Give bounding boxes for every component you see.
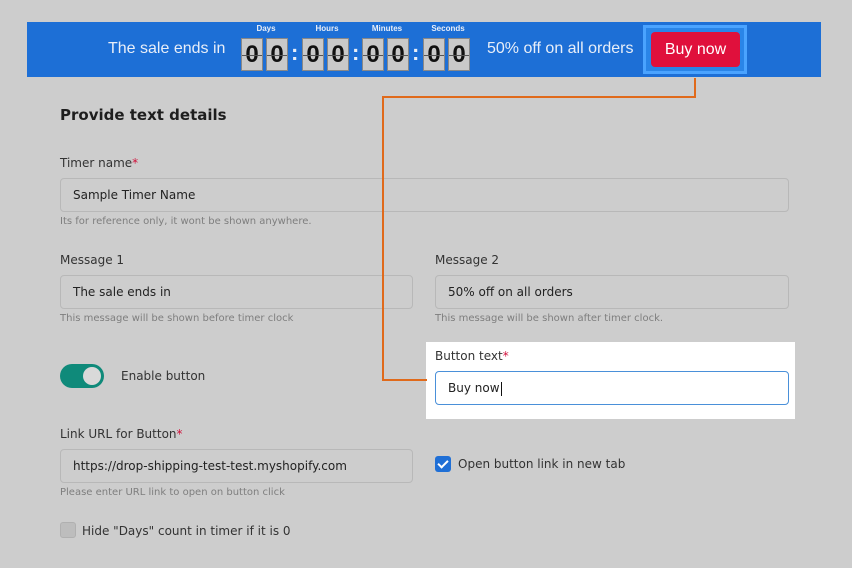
annotation-line bbox=[382, 78, 696, 381]
message1-help: This message will be shown before timer … bbox=[60, 313, 294, 324]
button-text-value: Buy now bbox=[448, 381, 500, 395]
enable-button-toggle[interactable] bbox=[60, 364, 104, 388]
timer-banner-preview: The sale ends in Days 0 0 : Hours 0 0 : … bbox=[27, 22, 821, 77]
toggle-knob bbox=[83, 367, 101, 385]
timer-separator: : bbox=[412, 40, 420, 65]
timer-digit: 0 bbox=[448, 38, 470, 71]
timer-digit: 0 bbox=[423, 38, 445, 71]
link-url-input[interactable]: https://drop-shipping-test-test.myshopif… bbox=[60, 449, 413, 483]
message1-input[interactable]: The sale ends in bbox=[60, 275, 413, 309]
hide-days-label: Hide "Days" count in timer if it is 0 bbox=[82, 524, 291, 538]
link-url-help: Please enter URL link to open on button … bbox=[60, 487, 285, 498]
timer-digit: 0 bbox=[266, 38, 288, 71]
timer-name-help: Its for reference only, it wont be shown… bbox=[60, 216, 312, 227]
timer-minutes-label: Minutes bbox=[371, 24, 403, 33]
button-text-label: Button text* bbox=[435, 349, 509, 363]
countdown-timer: Days 0 0 : Hours 0 0 : Minutes 0 0 : Sec… bbox=[241, 23, 473, 75]
timer-digit: 0 bbox=[327, 38, 349, 71]
section-title: Provide text details bbox=[60, 106, 227, 124]
message2-label: Message 2 bbox=[435, 253, 500, 267]
text-caret bbox=[500, 381, 502, 396]
timer-separator: : bbox=[352, 40, 360, 65]
link-url-label: Link URL for Button* bbox=[60, 427, 183, 441]
enable-button-label: Enable button bbox=[121, 369, 206, 383]
hide-days-checkbox[interactable] bbox=[60, 522, 76, 538]
timer-digit: 0 bbox=[387, 38, 409, 71]
buy-now-button[interactable]: Buy now bbox=[651, 32, 740, 67]
link-url-label-text: Link URL for Button bbox=[60, 427, 177, 441]
timer-hours-label: Hours bbox=[315, 24, 339, 33]
button-text-input[interactable]: Buy now bbox=[435, 371, 789, 405]
button-text-label-text: Button text bbox=[435, 349, 503, 363]
timer-name-label: Timer name* bbox=[60, 156, 138, 170]
banner-message-1: The sale ends in bbox=[108, 40, 226, 57]
timer-digit: 0 bbox=[302, 38, 324, 71]
message2-help: This message will be shown after timer c… bbox=[435, 313, 664, 324]
timer-name-label-text: Timer name bbox=[60, 156, 133, 170]
timer-seconds-label: Seconds bbox=[431, 24, 465, 33]
message2-input[interactable]: 50% off on all orders bbox=[435, 275, 789, 309]
required-marker: * bbox=[132, 156, 139, 170]
banner-message-2: 50% off on all orders bbox=[487, 40, 634, 57]
timer-digit: 0 bbox=[241, 38, 263, 71]
message1-label: Message 1 bbox=[60, 253, 125, 267]
open-new-tab-checkbox[interactable] bbox=[435, 456, 451, 472]
checkmark-icon bbox=[437, 457, 449, 469]
required-marker: * bbox=[176, 427, 183, 441]
timer-days-label: Days bbox=[256, 24, 276, 33]
timer-name-input[interactable]: Sample Timer Name bbox=[60, 178, 789, 212]
open-new-tab-label: Open button link in new tab bbox=[458, 457, 626, 471]
required-marker: * bbox=[502, 349, 509, 363]
timer-separator: : bbox=[291, 40, 299, 65]
timer-digit: 0 bbox=[362, 38, 384, 71]
